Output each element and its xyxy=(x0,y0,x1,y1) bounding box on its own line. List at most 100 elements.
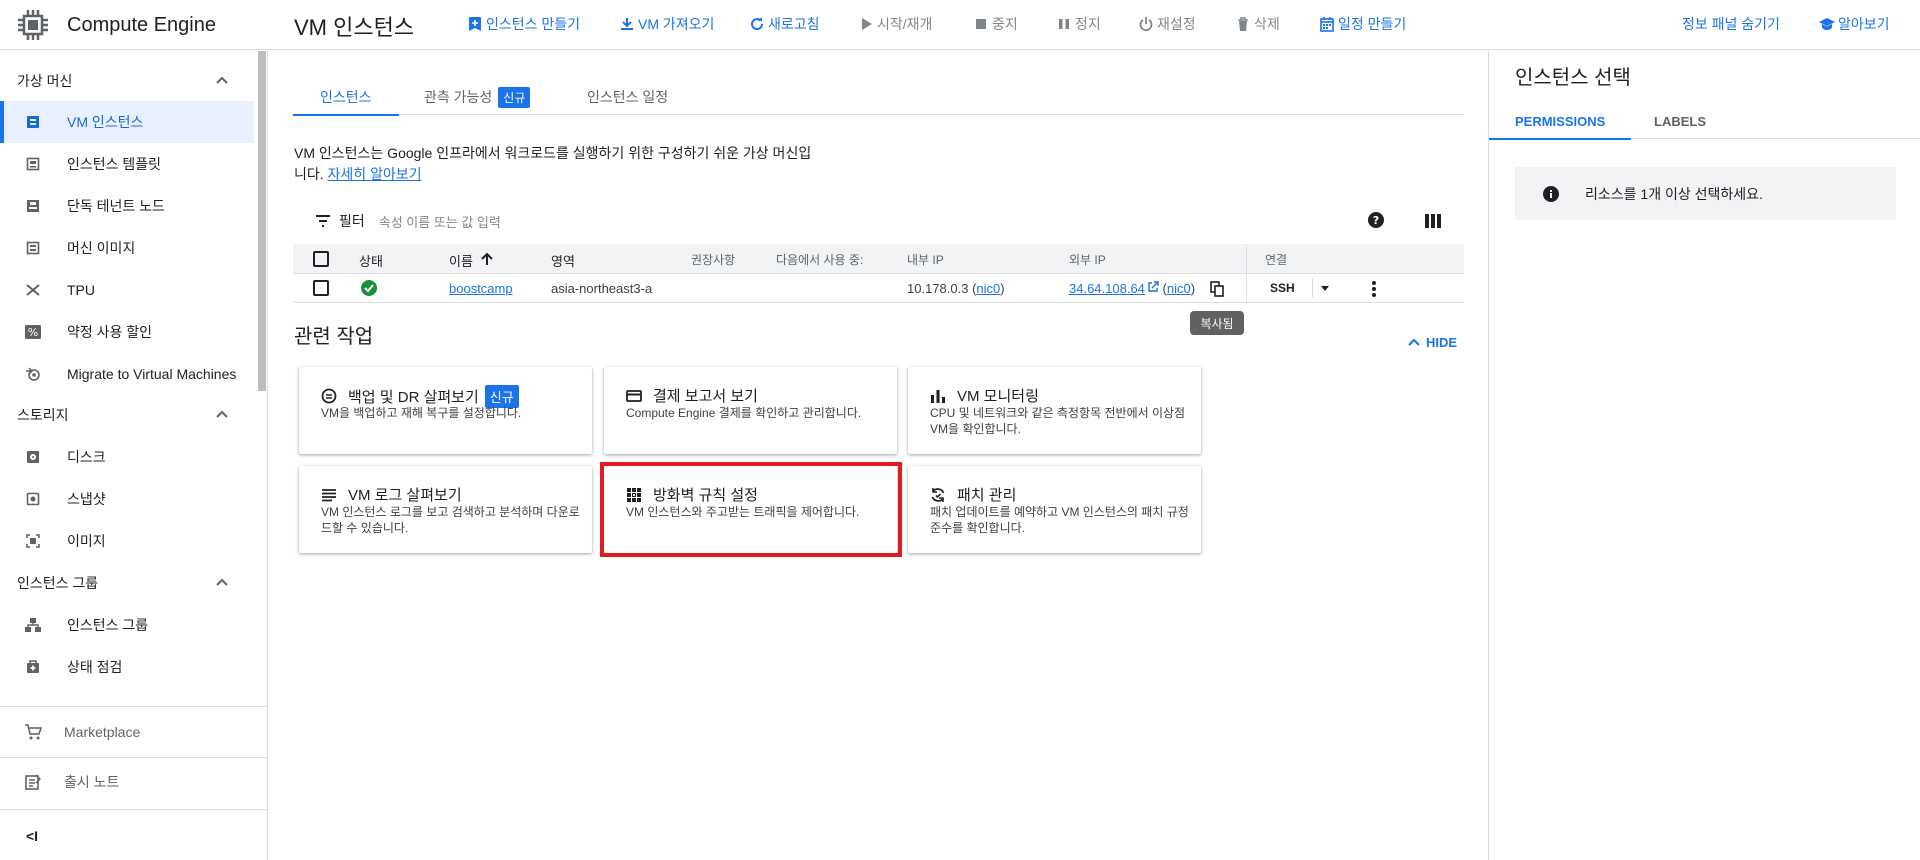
create-instance-button[interactable]: 인스턴스 만들기 xyxy=(467,13,580,35)
svg-text:?: ? xyxy=(1373,214,1379,227)
ssh-divider xyxy=(1312,278,1313,298)
start-resume-button[interactable]: 시작/재개 xyxy=(858,13,932,35)
image-icon xyxy=(24,532,42,550)
sidebar-item-label: Marketplace xyxy=(64,724,141,740)
open-in-new-icon[interactable] xyxy=(1147,281,1159,293)
sidebar-item-migrate[interactable]: Migrate to Virtual Machines xyxy=(0,353,254,395)
collapse-sidebar-button[interactable]: <I xyxy=(0,812,267,860)
table-row[interactable]: boostcamp asia-northeast3-a 10.178.0.3 (… xyxy=(293,274,1464,303)
ssh-button[interactable]: SSH xyxy=(1270,281,1295,295)
delete-button[interactable]: 삭제 xyxy=(1235,13,1280,35)
tab-instance-schedules[interactable]: 인스턴스 일정 xyxy=(587,79,668,115)
section-label: 가상 머신 xyxy=(17,73,73,89)
sidebar-item-machine-images[interactable]: 머신 이미지 xyxy=(0,227,254,269)
row-checkbox[interactable] xyxy=(313,280,329,296)
header-internal-ip: 내부 IP xyxy=(907,253,944,267)
sidebar-item-label: 인스턴스 템플릿 xyxy=(67,156,162,172)
hide-info-panel-button[interactable]: 정보 패널 숨기기 xyxy=(1682,13,1780,35)
brand[interactable]: Compute Engine xyxy=(0,0,268,50)
external-ip-link[interactable]: 34.64.108.64 xyxy=(1069,281,1145,296)
card-title-text: 백업 및 DR 살펴보기 xyxy=(348,389,479,406)
sidebar-item-label: 이미지 xyxy=(67,533,106,549)
copy-icon[interactable] xyxy=(1210,281,1224,297)
external-nic-link[interactable]: nic0 xyxy=(1167,281,1191,296)
internal-nic-link[interactable]: nic0 xyxy=(976,281,1000,296)
learn-more-link[interactable]: 자세히 알아보기 xyxy=(328,166,422,182)
pause-icon xyxy=(1059,19,1069,29)
sidebar-section-vm[interactable]: 가상 머신 xyxy=(0,63,256,99)
stop-button[interactable]: 중지 xyxy=(973,13,1018,35)
sidebar-item-health-checks[interactable]: 상태 점검 xyxy=(0,646,254,688)
hide-label: HIDE xyxy=(1426,334,1458,350)
suspend-button[interactable]: 정지 xyxy=(1056,13,1101,35)
learn-button[interactable]: 알아보기 xyxy=(1819,13,1890,35)
create-schedule-button[interactable]: 일정 만들기 xyxy=(1319,13,1406,35)
reset-label: 재설정 xyxy=(1157,16,1196,32)
sidebar-item-snapshots[interactable]: 스냅샷 xyxy=(0,478,254,520)
play-icon xyxy=(862,18,872,30)
sidebar-item-label: 인스턴스 그룹 xyxy=(67,617,149,633)
sidebar-item-instance-groups[interactable]: 인스턴스 그룹 xyxy=(0,604,254,646)
sidebar-item-release-notes[interactable]: 출시 노트 xyxy=(0,758,267,806)
more-vert-icon[interactable] xyxy=(1371,280,1377,298)
instance-name[interactable]: boostcamp xyxy=(449,281,513,296)
sidebar-section-storage[interactable]: 스토리지 xyxy=(0,397,256,433)
new-badge: 신규 xyxy=(498,86,531,108)
sidebar-item-label: 머신 이미지 xyxy=(67,240,136,256)
info-panel: 인스턴스 선택 PERMISSIONS LABELS 리소스를 1개 이상 선택… xyxy=(1488,51,1920,860)
select-all-checkbox[interactable] xyxy=(313,251,329,267)
card-backup-dr[interactable]: 백업 및 DR 살펴보기 신규 VM을 백업하고 재해 복구를 설정합니다. xyxy=(299,367,592,454)
section-label: 스토리지 xyxy=(17,407,69,423)
card-title: 패치 관리 xyxy=(957,487,1017,504)
app-title: Compute Engine xyxy=(67,13,216,36)
hide-related-button[interactable]: HIDE xyxy=(1406,334,1457,350)
card-patch-management[interactable]: 패치 관리 패치 업데이트를 예약하고 VM 인스턴스의 패치 규정 준수를 확… xyxy=(908,466,1201,553)
sidebar-item-instance-templates[interactable]: 인스턴스 템플릿 xyxy=(0,143,254,185)
power-icon xyxy=(1139,17,1153,31)
sidebar-item-disks[interactable]: 디스크 xyxy=(0,436,254,478)
vm-icon xyxy=(24,113,42,131)
instance-name-link[interactable]: boostcamp xyxy=(449,281,513,296)
column-display-icon[interactable] xyxy=(1424,213,1442,229)
tab-instances[interactable]: 인스턴스 xyxy=(293,79,398,116)
card-vm-monitoring[interactable]: VM 모니터링 CPU 및 네트워크와 같은 측정항목 전반에서 이상점 VM을… xyxy=(908,367,1201,454)
sidebar-item-label: 약정 사용 할인 xyxy=(67,324,153,340)
internal-ip-value: 10.178.0.3 xyxy=(907,281,969,296)
snapshot-icon xyxy=(24,490,42,508)
sidebar-section-instance-groups[interactable]: 인스턴스 그룹 xyxy=(0,565,256,601)
sidebar-item-tpu[interactable]: TPU xyxy=(0,269,254,311)
refresh-button[interactable]: 새로고침 xyxy=(749,13,820,35)
create-instance-label: 인스턴스 만들기 xyxy=(486,16,581,32)
sidebar-item-vm-instances[interactable]: VM 인스턴스 xyxy=(0,101,254,143)
sidebar-scrollbar[interactable] xyxy=(258,51,266,391)
header-name[interactable]: 이름 xyxy=(449,251,495,270)
card-billing-report[interactable]: 결제 보고서 보기 Compute Engine 결제를 확인하고 관리합니다. xyxy=(604,367,897,454)
template-icon xyxy=(24,155,42,173)
filter-input[interactable]: 속성 이름 또는 값 입력 xyxy=(379,212,501,231)
tab-observability[interactable]: 관측 가능성 신규 xyxy=(424,79,531,115)
calendar-icon xyxy=(1320,17,1334,32)
create-schedule-label: 일정 만들기 xyxy=(1338,16,1407,32)
info-message: 리소스를 1개 이상 선택하세요. xyxy=(1585,185,1763,202)
import-vm-button[interactable]: VM 가져오기 xyxy=(619,13,714,35)
add-box-icon xyxy=(469,17,481,31)
card-vm-logs[interactable]: VM 로그 살펴보기 VM 인스턴스 로그를 보고 검색하고 분석하며 다운로드… xyxy=(299,466,592,553)
stop-icon xyxy=(976,19,986,29)
tabs: 인스턴스 관측 가능성 신규 인스턴스 일정 xyxy=(293,79,1464,116)
filter-bar[interactable]: 필터 속성 이름 또는 값 입력 xyxy=(315,211,501,231)
reset-button[interactable]: 재설정 xyxy=(1138,13,1196,35)
card-title: VM 로그 살펴보기 xyxy=(348,487,462,504)
header-connect: 연결 xyxy=(1265,253,1288,267)
sidebar-item-marketplace[interactable]: Marketplace xyxy=(0,708,267,756)
tab-permissions[interactable]: PERMISSIONS xyxy=(1488,103,1632,140)
table-header: 상태 이름 영역 권장사항 다음에서 사용 중: 내부 IP 외부 IP 연결 xyxy=(293,244,1464,274)
help-icon[interactable]: ? xyxy=(1367,211,1385,229)
tab-labels[interactable]: LABELS xyxy=(1654,103,1706,139)
percent-icon: % xyxy=(24,323,42,341)
disk-icon xyxy=(24,448,42,466)
sidebar-item-sole-tenant-nodes[interactable]: 단독 테넌트 노드 xyxy=(0,185,254,227)
sidebar-item-images[interactable]: 이미지 xyxy=(0,520,254,562)
sidebar-item-committed-use-discounts[interactable]: % 약정 사용 할인 xyxy=(0,311,254,353)
ssh-dropdown-icon[interactable] xyxy=(1320,284,1330,292)
migrate-icon xyxy=(24,365,42,383)
